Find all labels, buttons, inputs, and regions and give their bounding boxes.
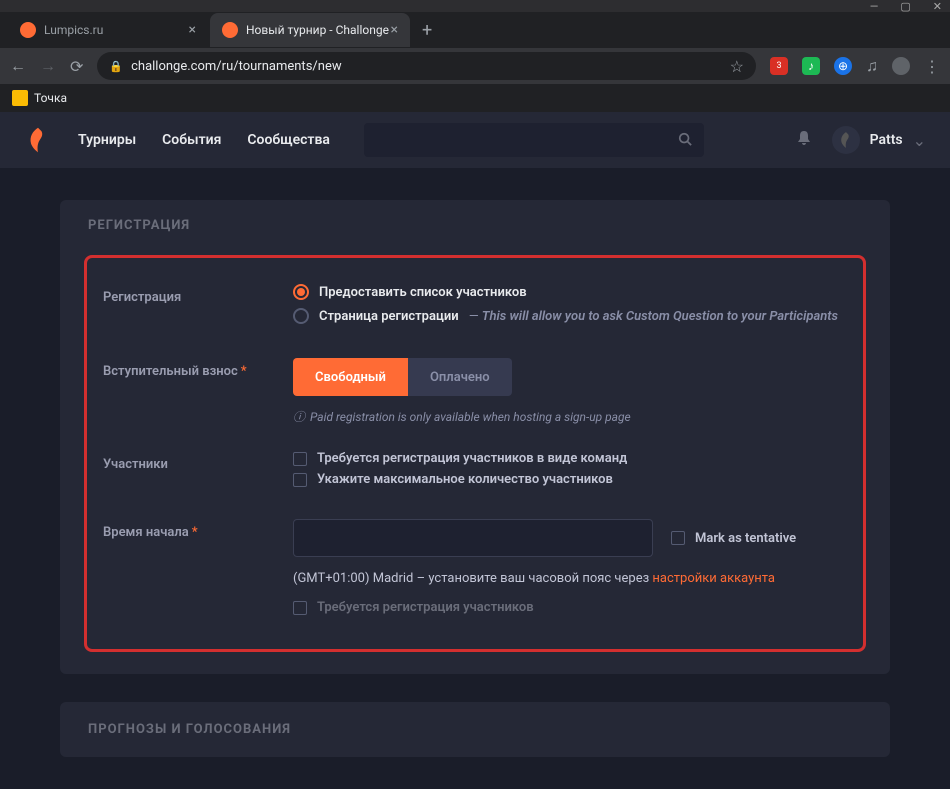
reload-button[interactable]: ⟳ — [70, 57, 83, 76]
bookmarks-bar: Точка — [0, 84, 950, 112]
checkbox-label: Укажите максимальное количество участник… — [317, 472, 613, 487]
panel-title: ПРОГНОЗЫ И ГОЛОСОВАНИЯ — [88, 722, 862, 737]
browser-tab[interactable]: Lumpics.ru × — [8, 13, 208, 47]
checkbox-tentative[interactable] — [671, 531, 685, 545]
window-minimize[interactable]: — — [870, 0, 879, 13]
extension-icon[interactable]: ♪ — [802, 57, 820, 75]
radio-label: Страница регистрации — [319, 309, 459, 324]
chevron-down-icon: ⌄ — [913, 131, 926, 150]
user-menu[interactable]: Patts ⌄ — [832, 126, 926, 154]
label-registration: Регистрация — [103, 290, 181, 305]
profile-avatar[interactable] — [892, 57, 910, 75]
site-header: Турниры События Сообщества Patts ⌄ — [0, 112, 950, 168]
panel-title: РЕГИСТРАЦИЯ — [88, 218, 862, 233]
bookmark-folder-icon — [12, 90, 28, 106]
radio-signup-page[interactable] — [293, 308, 309, 324]
radio-provide-list[interactable] — [293, 284, 309, 300]
highlighted-section: Регистрация Предоставить список участник… — [84, 255, 866, 652]
nav-communities[interactable]: Сообщества — [247, 132, 330, 148]
checkbox-teams[interactable] — [293, 452, 307, 466]
start-time-input[interactable] — [293, 519, 653, 557]
tab-close-icon[interactable]: × — [391, 22, 398, 38]
window-maximize[interactable]: ▢ — [900, 0, 910, 13]
tab-favicon — [20, 22, 36, 38]
radio-label: Предоставить список участников — [319, 285, 527, 300]
bell-icon[interactable] — [796, 130, 812, 150]
label-entry-fee: Вступительный взнос* — [103, 364, 247, 379]
tab-favicon — [222, 22, 238, 38]
user-avatar — [832, 126, 860, 154]
back-button[interactable]: ← — [10, 56, 26, 76]
url-input[interactable]: 🔒 challonge.com/ru/tournaments/new ☆ — [97, 52, 756, 80]
toolbar-right: 3 ♪ ⊕ ♫ ⋮ — [770, 56, 940, 76]
lock-icon: 🔒 — [109, 60, 123, 73]
bookmark-item[interactable]: Точка — [34, 91, 67, 105]
timezone-note: (GMT+01:00) Madrid – установите ваш часо… — [293, 571, 847, 586]
nav-events[interactable]: События — [162, 132, 221, 148]
tab-bar: Lumpics.ru × Новый турнир - Challonge × … — [0, 12, 950, 48]
site-logo[interactable] — [24, 126, 52, 154]
page-content: РЕГИСТРАЦИЯ Регистрация Предоставить спи… — [0, 168, 950, 789]
label-participants: Участники — [103, 457, 168, 472]
tab-close-icon[interactable]: × — [189, 22, 196, 38]
label-start-time: Время начала* — [103, 525, 198, 540]
checkbox-max-participants[interactable] — [293, 473, 307, 487]
forward-button[interactable]: → — [40, 56, 56, 76]
search-icon — [678, 131, 692, 150]
extension-icon[interactable]: ⊕ — [834, 57, 852, 75]
window-controls: — ▢ ✕ — [0, 0, 950, 12]
star-icon[interactable]: ☆ — [730, 57, 744, 76]
radio-description: — This will allow you to ask Custom Ques… — [469, 309, 838, 324]
account-settings-link[interactable]: настройки аккаунта — [652, 571, 775, 586]
fee-paid-button[interactable]: Оплачено — [408, 358, 512, 396]
tab-title: Lumpics.ru — [44, 23, 103, 37]
checkbox-label: Mark as tentative — [695, 531, 796, 546]
media-icon[interactable]: ♫ — [866, 56, 878, 76]
url-text: challonge.com/ru/tournaments/new — [131, 59, 342, 74]
user-name: Patts — [870, 132, 903, 148]
info-icon: ⓘ — [293, 408, 305, 425]
extension-icon[interactable]: 3 — [770, 57, 788, 75]
checkbox-label: Требуется регистрация участников — [317, 600, 534, 615]
address-bar: ← → ⟳ 🔒 challonge.com/ru/tournaments/new… — [0, 48, 950, 84]
predictions-panel: ПРОГНОЗЫ И ГОЛОСОВАНИЯ — [60, 702, 890, 757]
tab-add-button[interactable]: + — [412, 20, 442, 41]
menu-icon[interactable]: ⋮ — [924, 57, 940, 76]
checkbox-require-registration[interactable] — [293, 601, 307, 615]
fee-info-note: ⓘ Paid registration is only available wh… — [293, 408, 847, 425]
browser-chrome: — ▢ ✕ Lumpics.ru × Новый турнир - Challo… — [0, 0, 950, 112]
registration-panel: РЕГИСТРАЦИЯ Регистрация Предоставить спи… — [60, 200, 890, 674]
window-close[interactable]: ✕ — [933, 0, 942, 13]
site-search-input[interactable] — [364, 123, 704, 157]
tab-title: Новый турнир - Challonge — [246, 23, 389, 37]
browser-tab[interactable]: Новый турнир - Challonge × — [210, 13, 410, 47]
checkbox-label: Требуется регистрация участников в виде … — [317, 451, 627, 466]
nav-tournaments[interactable]: Турниры — [78, 132, 136, 148]
fee-free-button[interactable]: Свободный — [293, 358, 408, 396]
